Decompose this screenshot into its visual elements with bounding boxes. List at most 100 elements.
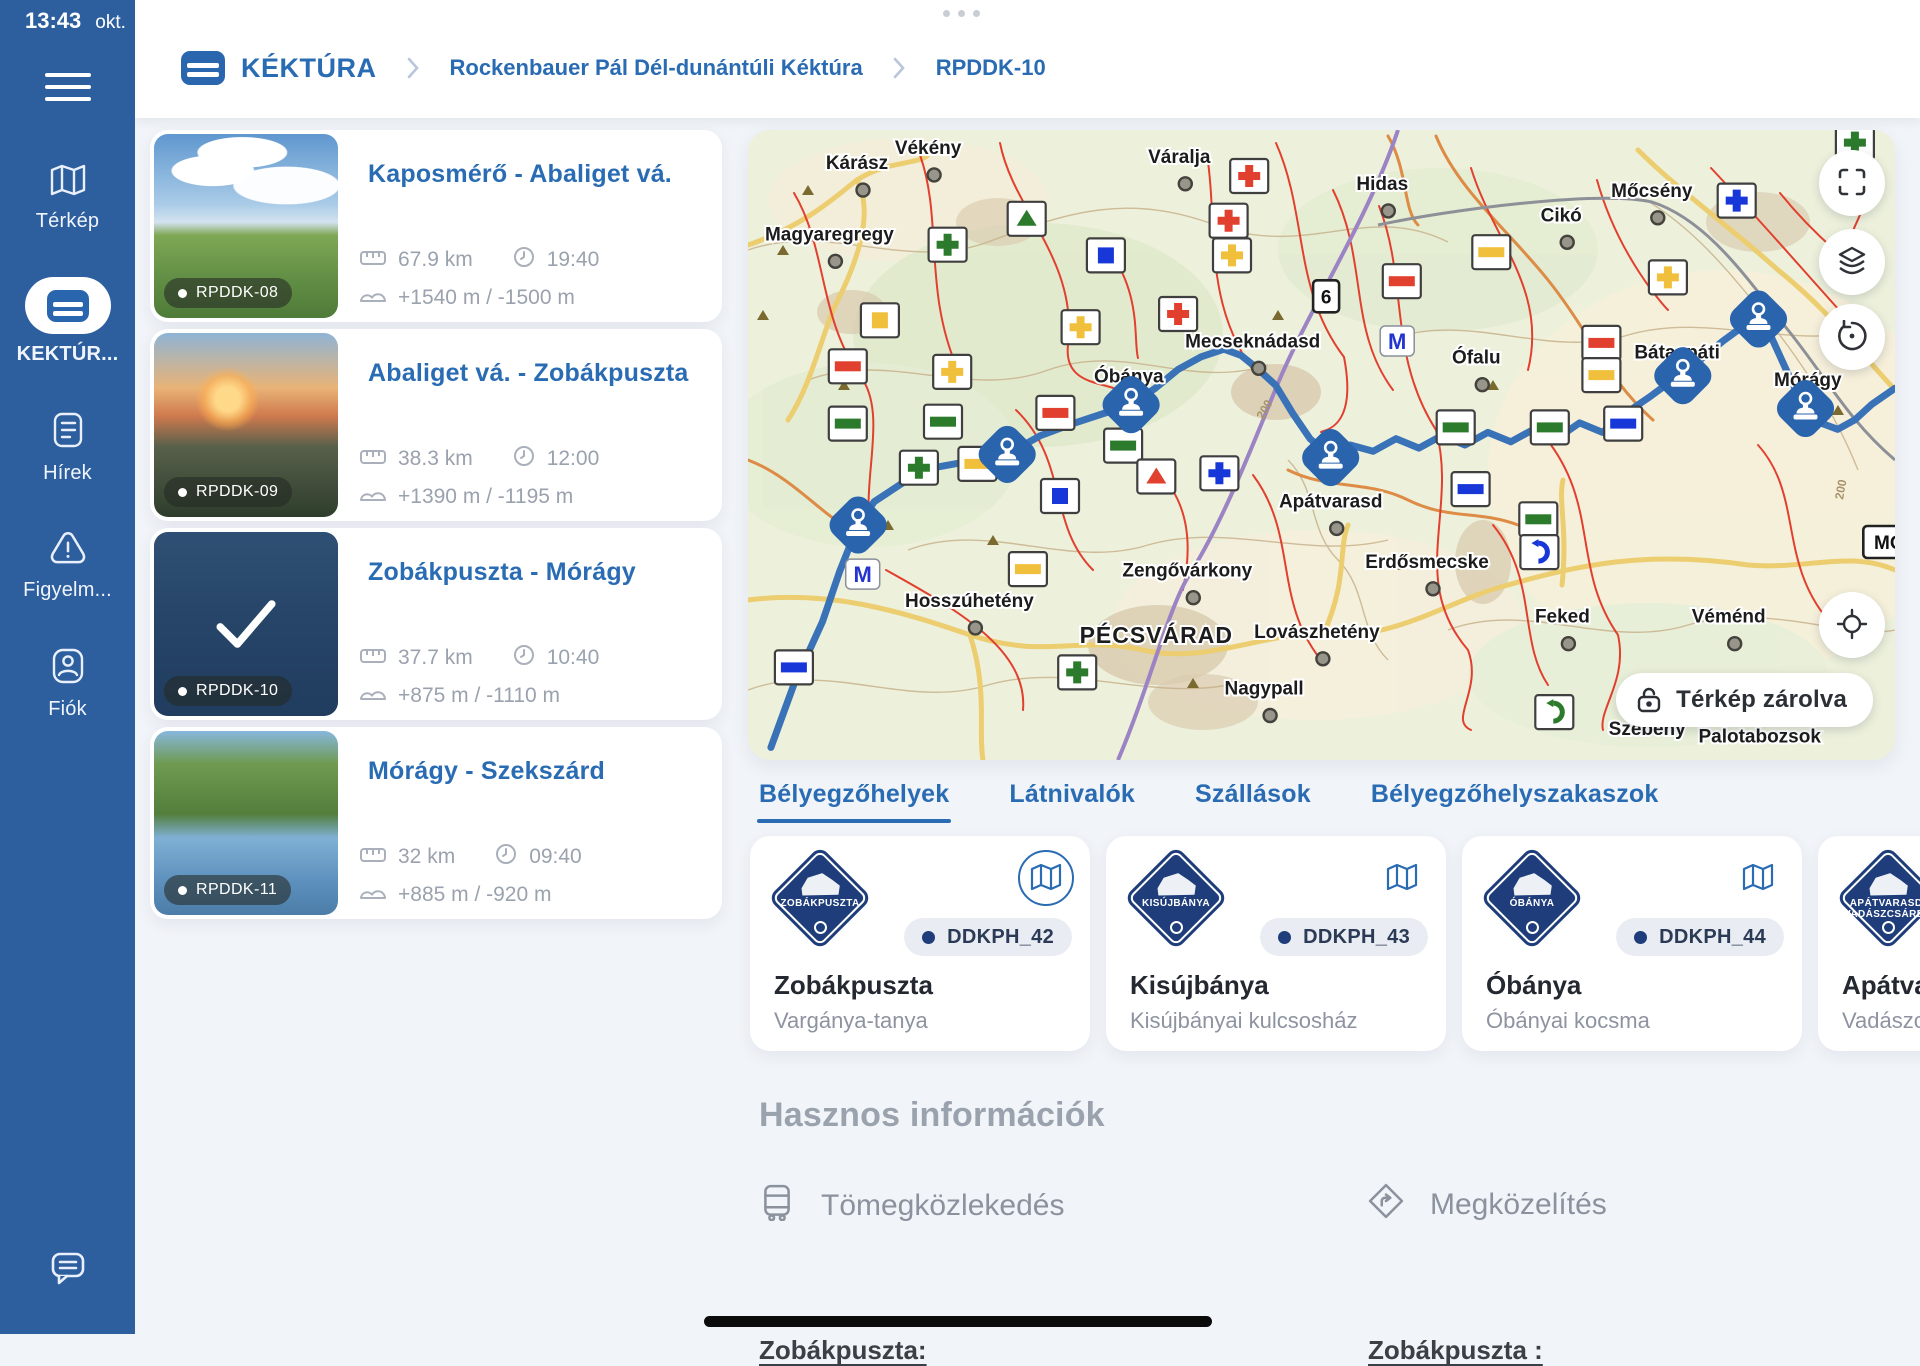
route-distance: 38.3 km (360, 447, 473, 471)
stamp-code-label: DDKPH_42 (947, 926, 1054, 949)
layers-icon (1836, 245, 1868, 280)
chevron-right-icon (893, 57, 906, 79)
map-locked-button[interactable]: Térkép zárolva (1616, 673, 1873, 727)
sidebar-item-figyelmeztetesek[interactable]: Figyelm... (0, 507, 135, 624)
route-card-rpddk-09[interactable]: RPDDK-09Abaliget vá. - Zobákpuszta38.3 k… (150, 329, 722, 521)
chat-button[interactable] (0, 1244, 135, 1292)
town-dot (1330, 522, 1343, 535)
blaze-marker-green-stripe (1437, 410, 1475, 444)
sidebar-item-fiok[interactable]: Fiók (0, 624, 135, 743)
blaze-marker-green-stripe (1519, 502, 1557, 536)
stamp-card-zob-kpuszta[interactable]: ZOBÁKPUSZTADDKPH_42ZobákpusztaVargánya-t… (750, 836, 1090, 1051)
stamp-title: Apátva (1842, 970, 1920, 1001)
stamp-card-kis-jb-nya[interactable]: KISÚJBÁNYADDKPH_43KisújbányaKisújbányai … (1106, 836, 1446, 1051)
info-location-link[interactable]: Zobákpuszta: (759, 1335, 927, 1366)
route-duration-value: 12:00 (547, 447, 600, 471)
town-label: Hidas (1356, 174, 1408, 195)
stamp-card-row: ZOBÁKPUSZTADDKPH_42ZobákpusztaVargánya-t… (750, 836, 1920, 1051)
tab-szallasok[interactable]: Szállások (1193, 780, 1313, 823)
stamp-logo-text: ÓBÁNYA (1487, 898, 1577, 909)
route-photo: RPDDK-09 (154, 333, 338, 517)
stamp-logo: ZOBÁKPUSZTA (766, 844, 874, 952)
breadcrumb-section[interactable]: Rockenbauer Pál Dél-dunántúli Kéktúra (444, 54, 869, 82)
town-label: Erdősmecske (1365, 552, 1489, 573)
info-column-head: Tömegközlekedés (759, 1183, 1319, 1229)
town-dot (1252, 362, 1265, 375)
home-indicator[interactable] (704, 1316, 1212, 1327)
route-card-rpddk-11[interactable]: RPDDK-11Mórágy - Szekszárd32 km09:40+885… (150, 727, 722, 919)
route-photo: RPDDK-10 (154, 532, 338, 716)
blaze-marker-red-cross (1159, 297, 1197, 331)
ruler-icon (360, 447, 386, 471)
blaze-marker-blue-stripe (1604, 407, 1642, 441)
stamp-card-ap-tva[interactable]: APÁTVARASD-VADÁSZCSÁRDAApátvaVadászc (1818, 836, 1920, 1051)
chat-icon (45, 1245, 91, 1291)
route-stats: 32 km09:40 (360, 843, 582, 871)
route-code-badge: RPDDK-08 (164, 278, 292, 308)
svg-text:M: M (854, 562, 872, 587)
blaze-marker-yellow-cross (933, 355, 971, 389)
road-shield: MÓ (1863, 526, 1895, 558)
road-shield: 6 (1313, 280, 1339, 312)
town-label: Mőcsény (1611, 181, 1693, 202)
stamp-logo-emblem (1170, 921, 1183, 934)
menu-button[interactable] (0, 72, 135, 102)
blaze-marker-blue-square (1041, 479, 1079, 513)
account-icon (48, 646, 88, 689)
sidebar-item-kektura[interactable]: KEKTÚR... (0, 255, 135, 388)
show-on-map-button[interactable] (1374, 850, 1430, 906)
town-label: Vékény (895, 138, 962, 159)
main-content: RPDDK-08Kaposmérő - Abaliget vá.67.9 km1… (135, 118, 1920, 1334)
route-duration: 10:40 (513, 644, 600, 672)
svg-text:MÓ: MÓ (1874, 532, 1895, 554)
route-card-rpddk-08[interactable]: RPDDK-08Kaposmérő - Abaliget vá.67.9 km1… (150, 130, 722, 322)
info-column-public-transport: TömegközlekedésZobákpuszta: (759, 1183, 1319, 1229)
useful-info-heading: Hasznos információk (759, 1096, 1105, 1135)
town-dot (1382, 204, 1395, 217)
multitask-dots[interactable] (943, 10, 980, 17)
blaze-marker-red-stripe (1582, 326, 1620, 360)
route-elevation: +1390 m / -1195 m (360, 485, 573, 509)
tab-latnivalok[interactable]: Látnivalók (1007, 780, 1137, 823)
kektura-logo-icon (181, 51, 225, 85)
blaze-marker-blue-turn (1520, 535, 1558, 569)
route-card-rpddk-10[interactable]: RPDDK-10Zobákpuszta - Mórágy37.7 km10:40… (150, 528, 722, 720)
town-dot (1187, 591, 1200, 604)
blaze-marker-blue-stripe (775, 650, 813, 684)
breadcrumb-root[interactable]: KÉKTÚRA (175, 50, 383, 86)
blaze-marker-yellow-cross (1213, 238, 1251, 272)
route-duration: 19:40 (513, 246, 600, 274)
info-column-label: Megközelítés (1430, 1188, 1607, 1222)
locate-button[interactable] (1819, 592, 1885, 658)
stamp-logo-emblem (1526, 921, 1539, 934)
route-photo: RPDDK-11 (154, 731, 338, 915)
clock-icon (513, 445, 535, 473)
town-label: Véménd (1692, 607, 1766, 628)
fullscreen-button[interactable] (1819, 150, 1885, 216)
stamp-logo: APÁTVARASD-VADÁSZCSÁRDA (1834, 844, 1920, 952)
map[interactable]: 200 200 200 KárászVékényVáraljaHidasMőcs… (748, 130, 1895, 760)
top-bar: KÉKTÚRA Rockenbauer Pál Dél-dunántúli Ké… (135, 0, 1920, 118)
hills-icon (360, 684, 386, 708)
stamp-card--b-nya[interactable]: ÓBÁNYADDKPH_44ÓbányaÓbányai kocsma (1462, 836, 1802, 1051)
blaze-marker-red-stripe (1036, 396, 1074, 430)
blaze-marker-yellow-stripe (1582, 358, 1620, 392)
tab-belyegzohelyszakaszok[interactable]: Bélyegzőhelyszakaszok (1369, 780, 1661, 823)
stamp-title: Óbánya (1486, 970, 1581, 1001)
info-location-link[interactable]: Zobákpuszta : (1368, 1335, 1543, 1366)
layers-button[interactable] (1819, 229, 1885, 295)
sidebar-item-label: Térkép (36, 210, 99, 233)
blaze-marker-blue-cross (1200, 456, 1238, 490)
sidebar-item-hirek[interactable]: Hírek (0, 388, 135, 507)
show-on-map-button[interactable] (1018, 850, 1074, 906)
town-dot (1476, 378, 1489, 391)
show-on-map-button[interactable] (1730, 850, 1786, 906)
blaze-marker-red-stripe (1383, 264, 1421, 298)
tab-belyegzohelyek[interactable]: Bélyegzőhelyek (757, 780, 951, 823)
stamp-code-badge: DDKPH_42 (904, 918, 1072, 956)
route-distance: 37.7 km (360, 646, 473, 670)
reset-rotation-button[interactable] (1819, 304, 1885, 370)
route-stats: 67.9 km19:40 (360, 246, 599, 274)
town-dot (1179, 177, 1192, 190)
sidebar-item-terkep[interactable]: Térkép (0, 140, 135, 255)
